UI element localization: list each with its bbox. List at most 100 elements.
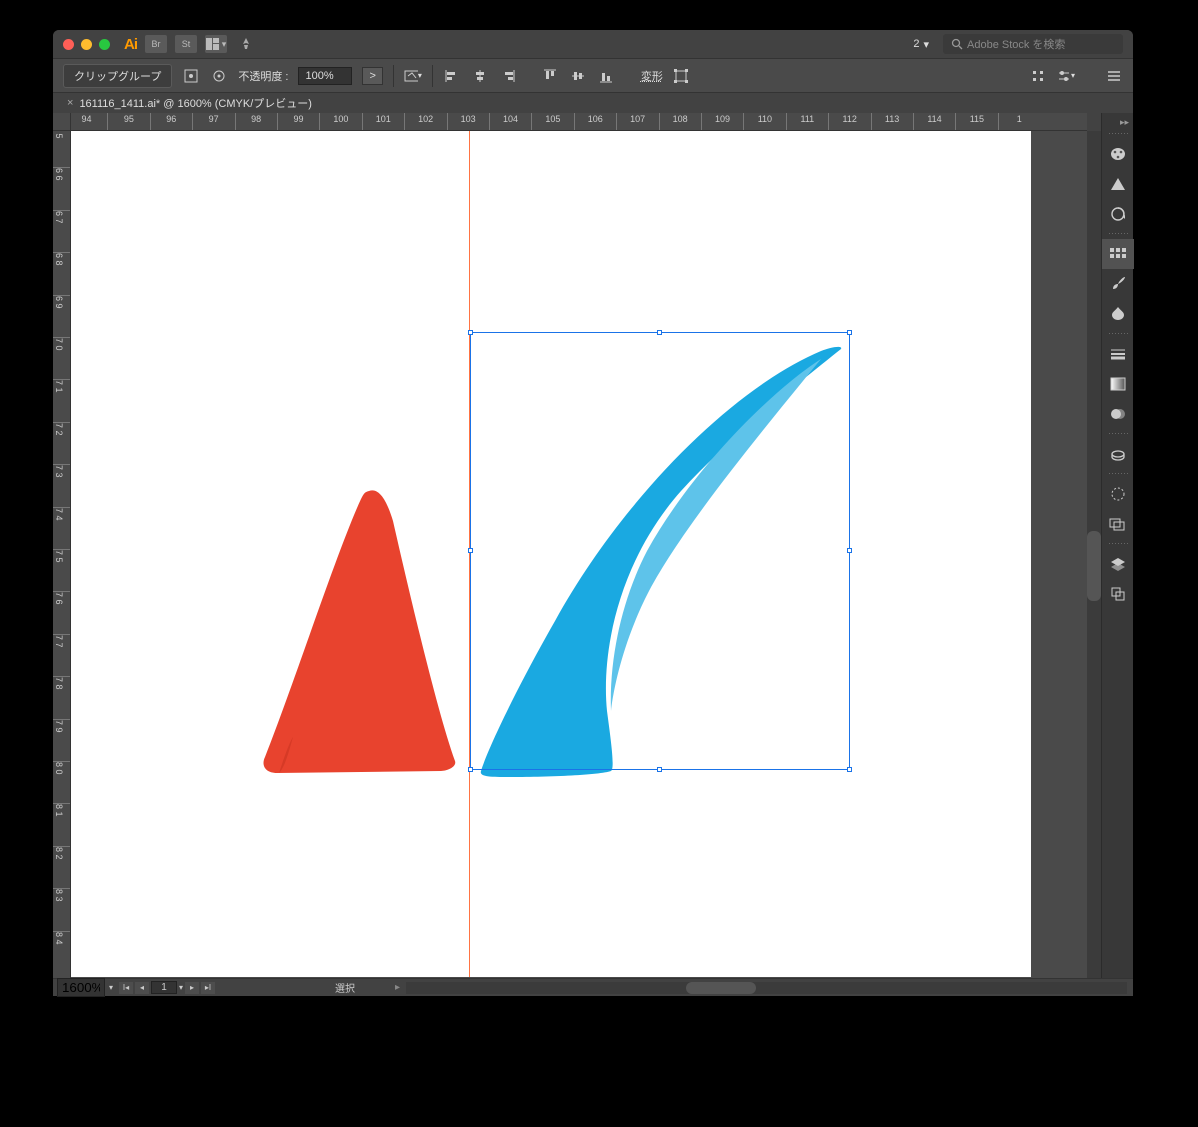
panel-grip[interactable]	[1108, 132, 1128, 136]
artboards-panel-icon[interactable]	[1102, 579, 1134, 609]
opacity-input[interactable]	[298, 67, 352, 85]
adobe-stock-search[interactable]: Adobe Stock を検索	[943, 34, 1123, 54]
ruler-h-tick: 114	[913, 113, 955, 131]
ruler-origin[interactable]	[53, 113, 71, 131]
scrollbar-thumb[interactable]	[1087, 531, 1101, 601]
vertical-ruler[interactable]: 6 56 66 76 86 97 07 17 27 37 47 57 67 77…	[53, 131, 71, 978]
ruler-h-tick: 107	[616, 113, 658, 131]
transparency-panel-icon[interactable]	[1102, 399, 1134, 429]
stroke-panel-icon[interactable]	[1102, 339, 1134, 369]
close-window-button[interactable]	[63, 39, 74, 50]
document-tab-bar: × 161116_1411.ai* @ 1600% (CMYK/プレビュー)	[53, 93, 1133, 113]
swatches-panel-icon[interactable]	[1102, 239, 1134, 269]
transform-label[interactable]: 変形	[641, 68, 663, 84]
resize-handle-s[interactable]	[657, 767, 662, 772]
opacity-more-button[interactable]: >	[362, 67, 382, 85]
ruler-h-tick: 96	[150, 113, 192, 131]
artboard-navigation: I◂ ◂ 1 ▾ ▸ ▸I	[119, 981, 215, 994]
layers-panel-icon[interactable]	[1102, 549, 1134, 579]
search-icon	[951, 38, 963, 50]
horizontal-ruler[interactable]: 9495969798991001011021031041051061071081…	[71, 113, 1087, 131]
ruler-v-tick: 8 2	[53, 846, 71, 888]
status-play-icon[interactable]: ▸	[395, 982, 400, 993]
tab-title: 161116_1411.ai* @ 1600% (CMYK/プレビュー)	[79, 95, 312, 111]
first-artboard-button[interactable]: I◂	[119, 982, 133, 994]
prev-artboard-button[interactable]: ◂	[135, 982, 149, 994]
stock-icon[interactable]: St	[175, 35, 197, 53]
horizontal-scrollbar[interactable]	[406, 982, 1127, 994]
resize-handle-ne[interactable]	[847, 330, 852, 335]
brushes-panel-icon[interactable]	[1102, 269, 1134, 299]
resize-handle-nw[interactable]	[468, 330, 473, 335]
panel-grip[interactable]	[1108, 542, 1128, 546]
align-center-h-icon[interactable]	[471, 67, 489, 85]
libraries-panel-icon[interactable]	[1102, 439, 1134, 469]
artboard-number[interactable]: 1	[151, 981, 177, 994]
bridge-icon[interactable]: Br	[145, 35, 167, 53]
next-artboard-button[interactable]: ▸	[185, 982, 199, 994]
align-left-icon[interactable]	[443, 67, 461, 85]
resize-handle-w[interactable]	[468, 548, 473, 553]
align-top-icon[interactable]	[541, 67, 559, 85]
panel-grip[interactable]	[1108, 432, 1128, 436]
artboard[interactable]	[71, 131, 1031, 977]
align-bottom-icon[interactable]	[597, 67, 615, 85]
ruler-v-tick: 6 5	[53, 131, 71, 167]
color-guide-panel-icon[interactable]	[1102, 169, 1134, 199]
selection-box[interactable]	[470, 332, 850, 770]
resize-handle-sw[interactable]	[468, 767, 473, 772]
ruler-h-tick: 101	[362, 113, 404, 131]
preferences-icon[interactable]: ▾	[1057, 67, 1075, 85]
ruler-v-tick: 7 8	[53, 676, 71, 718]
gradient-panel-icon[interactable]	[1102, 369, 1134, 399]
stock-placeholder: Adobe Stock を検索	[967, 36, 1065, 52]
recolor-artwork-icon[interactable]	[1102, 199, 1134, 229]
appearance-panel-icon[interactable]	[1102, 479, 1134, 509]
ruler-v-tick: 8 0	[53, 761, 71, 803]
control-bar: クリップグループ 不透明度 : > ▾ 変形 ▾	[53, 58, 1133, 93]
snap-pixel-icon[interactable]	[1029, 67, 1047, 85]
panel-grip[interactable]	[1108, 472, 1128, 476]
transform-panel-icon[interactable]	[673, 67, 691, 85]
tab-close-icon[interactable]: ×	[67, 97, 73, 109]
align-right-icon[interactable]	[499, 67, 517, 85]
resize-handle-n[interactable]	[657, 330, 662, 335]
resize-handle-se[interactable]	[847, 767, 852, 772]
ruler-h-tick: 106	[574, 113, 616, 131]
arrange-documents-icon[interactable]: ▾	[205, 35, 227, 53]
chevron-down-icon: ▾	[923, 38, 929, 51]
canvas-viewport[interactable]	[71, 131, 1087, 978]
zoom-input[interactable]	[57, 978, 105, 997]
selection-type-label[interactable]: クリップグループ	[63, 64, 172, 88]
maximize-window-button[interactable]	[99, 39, 110, 50]
ruler-h-tick: 98	[235, 113, 277, 131]
gpu-preview-icon[interactable]	[235, 35, 257, 53]
vertical-scrollbar[interactable]	[1087, 131, 1101, 978]
window-controls	[63, 39, 110, 50]
panel-menu-icon[interactable]	[1105, 67, 1123, 85]
ruler-v-tick: 7 0	[53, 337, 71, 379]
last-artboard-button[interactable]: ▸I	[201, 982, 215, 994]
artboard-chevron-icon[interactable]: ▾	[179, 983, 183, 992]
panel-grip[interactable]	[1108, 232, 1128, 236]
workspace-switcher[interactable]: 2 ▾	[907, 38, 935, 51]
ruler-h-tick: 109	[701, 113, 743, 131]
recolor-icon[interactable]: ▾	[404, 67, 422, 85]
resize-handle-e[interactable]	[847, 548, 852, 553]
symbols-panel-icon[interactable]	[1102, 299, 1134, 329]
graphic-styles-panel-icon[interactable]	[1102, 509, 1134, 539]
ruler-v-tick: 7 3	[53, 464, 71, 506]
zoom-chevron-icon[interactable]: ▾	[109, 983, 113, 992]
edit-contents-icon[interactable]	[182, 67, 200, 85]
panel-collapse-icon[interactable]: ▸▸	[1102, 117, 1133, 129]
isolate-icon[interactable]	[210, 67, 228, 85]
ruler-h-tick: 105	[531, 113, 573, 131]
scrollbar-thumb[interactable]	[686, 982, 756, 994]
panel-grip[interactable]	[1108, 332, 1128, 336]
align-center-v-icon[interactable]	[569, 67, 587, 85]
color-panel-icon[interactable]	[1102, 139, 1134, 169]
document-tab[interactable]: × 161116_1411.ai* @ 1600% (CMYK/プレビュー)	[59, 95, 320, 111]
red-shape[interactable]	[259, 481, 479, 781]
minimize-window-button[interactable]	[81, 39, 92, 50]
ruler-h-tick: 104	[489, 113, 531, 131]
